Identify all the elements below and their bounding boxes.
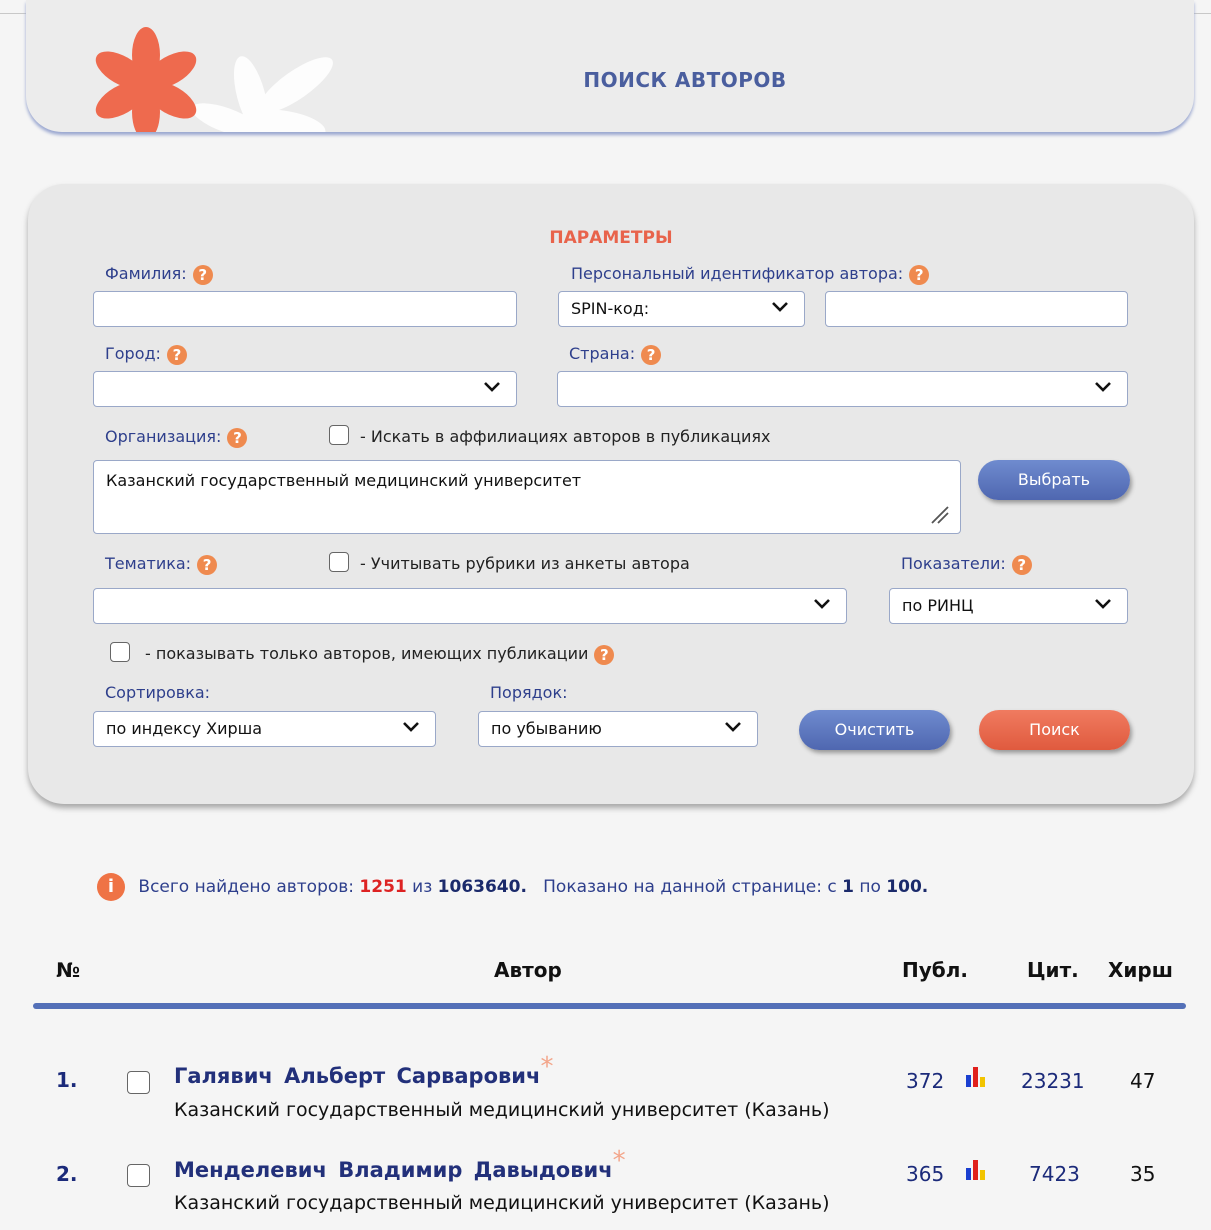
asterisk-logo-icon <box>95 27 333 132</box>
organization-label: Организация:? <box>105 427 248 448</box>
sort-select[interactable]: по индексу Хирша <box>93 711 436 747</box>
publications-count-link[interactable]: 372 <box>906 1069 944 1093</box>
indicators-select[interactable]: по РИНЦ <box>889 588 1128 624</box>
help-icon[interactable]: ? <box>594 644 615 665</box>
total-count: 1063640. <box>437 877 527 897</box>
help-icon[interactable]: ? <box>197 554 218 575</box>
surname-input[interactable] <box>93 291 517 327</box>
row-number: 1. <box>56 1068 78 1092</box>
results-summary: i Всего найдено авторов: 1251 из 1063640… <box>97 873 928 901</box>
author-organization: Казанский государственный медицинский ун… <box>174 1099 830 1121</box>
topic-select[interactable] <box>93 588 847 624</box>
bar-chart-icon[interactable] <box>964 1067 990 1087</box>
chevron-down-icon <box>1095 599 1111 609</box>
topic-rubrics-checkbox[interactable] <box>329 552 349 572</box>
column-header-cites[interactable]: Цит. <box>1027 958 1079 982</box>
city-select[interactable] <box>93 371 517 407</box>
parameters-title: ПАРАМЕТРЫ <box>549 228 673 248</box>
indicators-label: Показатели:? <box>901 554 1032 575</box>
help-icon[interactable]: ? <box>166 344 187 365</box>
chevron-down-icon <box>403 722 419 732</box>
citations-count-link[interactable]: 7423 <box>1029 1162 1080 1186</box>
help-icon[interactable]: ? <box>1011 554 1032 575</box>
table-header-rule <box>33 1003 1186 1009</box>
resize-handle-icon[interactable] <box>928 503 950 525</box>
citations-count-link[interactable]: 23231 <box>1021 1069 1085 1093</box>
info-icon: i <box>97 873 125 901</box>
author-name-link[interactable]: Галявич Альберт Сарварович* <box>174 1052 553 1094</box>
publications-count-link[interactable]: 365 <box>906 1162 944 1186</box>
only-with-publications-label: - показывать только авторов, имеющих пуб… <box>145 644 615 665</box>
clear-button[interactable]: Очистить <box>799 710 950 750</box>
chevron-down-icon <box>1095 382 1111 392</box>
chevron-down-icon <box>725 722 741 732</box>
row-select-checkbox[interactable] <box>127 1071 150 1094</box>
column-header-num: № <box>56 958 81 982</box>
country-select[interactable] <box>557 371 1128 407</box>
sort-label: Сортировка: <box>105 683 211 702</box>
author-name-link[interactable]: Менделевич Владимир Давыдович* <box>174 1146 626 1188</box>
choose-organization-button[interactable]: Выбрать <box>978 460 1130 500</box>
column-header-author[interactable]: Автор <box>494 958 562 982</box>
order-label: Порядок: <box>490 683 568 702</box>
personal-id-label: Персональный идентификатор автора:? <box>571 264 930 285</box>
author-organization: Казанский государственный медицинский ун… <box>174 1192 830 1214</box>
country-label: Страна:? <box>569 344 662 365</box>
page-header: ПОИСК АВТОРОВ <box>26 0 1194 132</box>
hirsch-index: 35 <box>1130 1162 1156 1186</box>
city-label: Город:? <box>105 344 187 365</box>
order-select[interactable]: по убыванию <box>478 711 758 747</box>
topic-label: Тематика:? <box>105 554 218 575</box>
bar-chart-icon[interactable] <box>964 1160 990 1180</box>
personal-id-input[interactable] <box>825 291 1128 327</box>
surname-label: Фамилия:? <box>105 264 213 285</box>
search-affiliations-checkbox[interactable] <box>329 425 349 445</box>
hirsch-index: 47 <box>1130 1069 1156 1093</box>
row-number: 2. <box>56 1162 78 1186</box>
help-icon[interactable]: ? <box>909 264 930 285</box>
row-select-checkbox[interactable] <box>127 1164 150 1187</box>
page-title: ПОИСК АВТОРОВ <box>583 68 787 92</box>
column-header-pubs[interactable]: Публ. <box>902 958 968 982</box>
chevron-down-icon <box>484 382 500 392</box>
topic-rubrics-label: - Учитывать рубрики из анкеты автора <box>360 554 690 573</box>
search-button[interactable]: Поиск <box>979 710 1130 750</box>
found-count: 1251 <box>359 877 407 897</box>
search-affiliations-label: - Искать в аффилиациях авторов в публика… <box>360 427 771 446</box>
chevron-down-icon <box>772 302 788 312</box>
help-icon[interactable]: ? <box>641 344 662 365</box>
chevron-down-icon <box>814 599 830 609</box>
id-type-select[interactable]: SPIN-код: <box>558 291 805 327</box>
only-with-publications-checkbox[interactable] <box>110 642 130 662</box>
asterisk-icon: * <box>612 1146 626 1176</box>
organization-textarea[interactable]: Казанский государственный медицинский ун… <box>93 460 961 534</box>
column-header-hirsch[interactable]: Хирш <box>1108 958 1173 982</box>
help-icon[interactable]: ? <box>227 427 248 448</box>
help-icon[interactable]: ? <box>192 264 213 285</box>
asterisk-icon: * <box>540 1052 554 1082</box>
